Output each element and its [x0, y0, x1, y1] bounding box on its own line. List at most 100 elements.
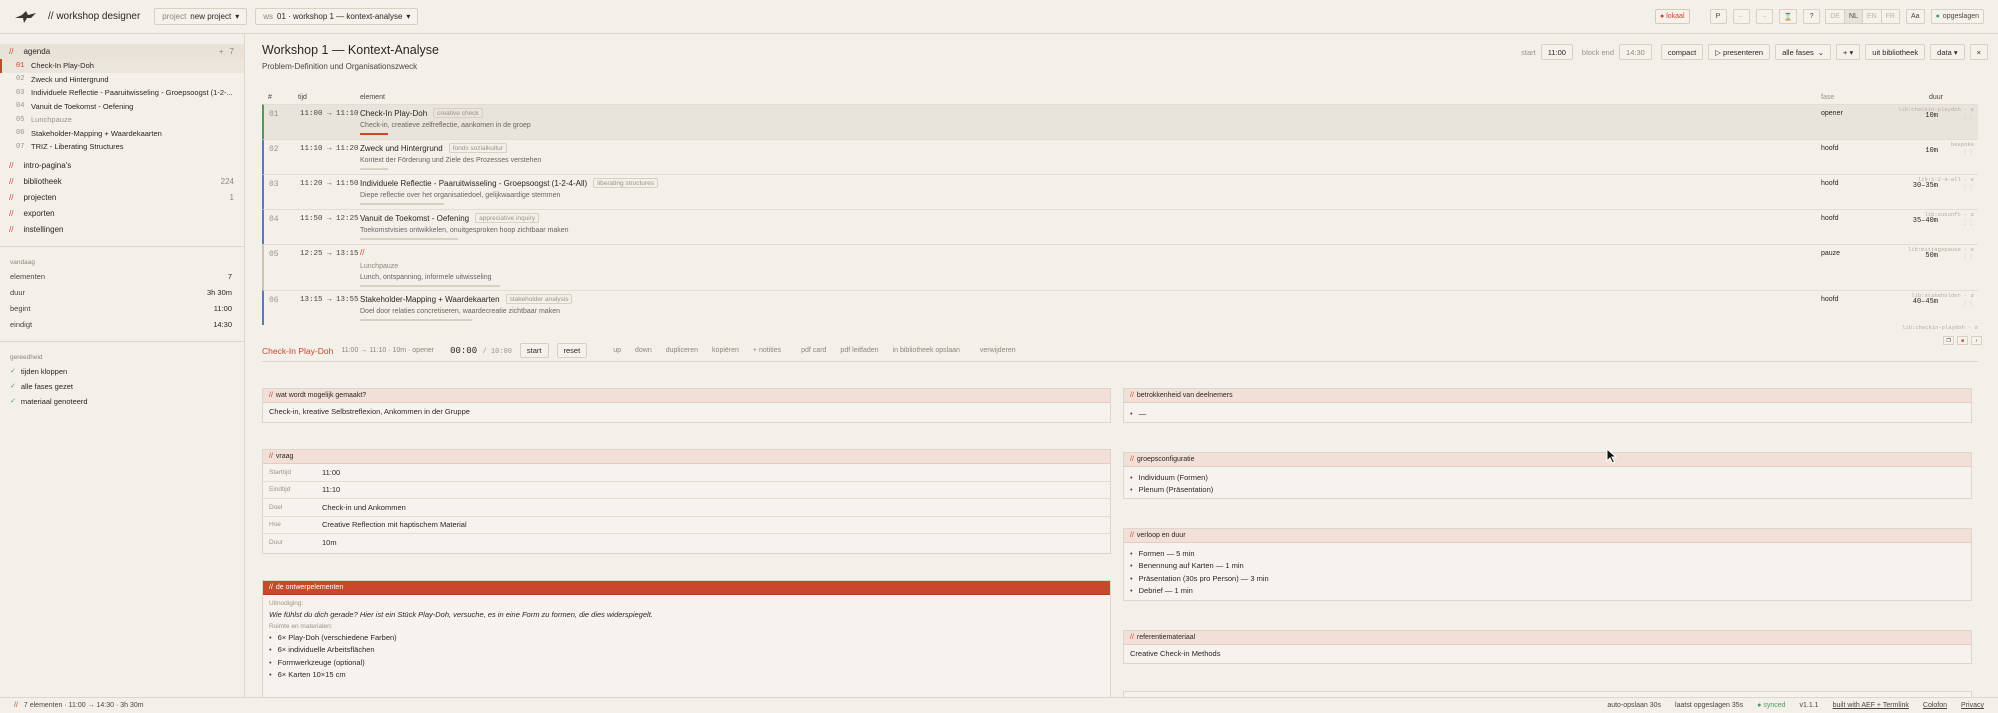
- card-participant-engagement: //betrokkenheid van deelnemers —: [1123, 388, 1972, 423]
- drag-handle-icon: ⋮⋮: [1962, 185, 1974, 191]
- sidebar-section-agenda[interactable]: //agenda +7: [0, 44, 244, 59]
- library-reference: lib:checkin-playdoh · ⇵: [1902, 324, 1978, 331]
- card-design-elements: //de ontwerpelementen Uitnodiging: Wie f…: [262, 580, 1111, 697]
- lang-fr[interactable]: FR: [1880, 9, 1900, 24]
- stat-duration: duur 3h 30m: [10, 288, 232, 297]
- field-row[interactable]: Hoe Creative Reflection mit haptischem Ma…: [263, 517, 1110, 534]
- detail-title: Check-In Play-Doh: [262, 345, 334, 356]
- sidebar-agenda-item[interactable]: 07 TRIZ - Liberating Structures: [0, 140, 244, 154]
- close-button[interactable]: ×: [1969, 44, 1988, 60]
- field-row[interactable]: Eindtijd 11:10: [263, 482, 1110, 499]
- sidebar: //agenda +7 01 Check-In Play-Doh 02 Zweck u…: [0, 34, 245, 697]
- sidebar-agenda-item[interactable]: 05 Lunchpauze: [0, 113, 244, 127]
- check-icon: ✓: [10, 368, 16, 375]
- readiness-check: ✓ materiaal genoteerd: [10, 396, 88, 406]
- detail-meta: 11:00 → 11:10 · 10m · opener: [341, 347, 435, 354]
- help-button[interactable]: ?: [1803, 9, 1821, 24]
- readiness-check: ✓ tijden kloppen: [10, 366, 68, 376]
- delete-link[interactable]: verwijderen: [980, 347, 1016, 354]
- sidebar-section-projects[interactable]: //projecten 1: [0, 190, 244, 206]
- add-button[interactable]: + ▾: [1836, 44, 1861, 60]
- table-row[interactable]: 06 13:15 → 13:55 Stakeholder-Mapping + Wa…: [262, 290, 1978, 325]
- sidebar-agenda-item[interactable]: 01 Check-In Play-Doh: [0, 59, 244, 73]
- colofon-link[interactable]: Colofon: [1923, 702, 1947, 709]
- compact-button[interactable]: compact: [1660, 44, 1704, 60]
- sidebar-agenda-item[interactable]: 02 Zweck und Hintergrund: [0, 73, 244, 87]
- version-label: v1.1.1: [1799, 702, 1819, 709]
- check-icon: ✓: [10, 383, 16, 390]
- save-to-library-link[interactable]: in bibliotheek opslaan: [893, 347, 960, 354]
- drag-handle-icon: ⋮⋮: [1962, 150, 1974, 156]
- sidebar-agenda-item[interactable]: 04 Vanuit de Toekomst - Oefening: [0, 100, 244, 114]
- app-title: // workshop designer: [48, 11, 141, 22]
- redo-button[interactable]: →: [1755, 9, 1773, 24]
- status-summary: 7 elementen · 11:00 → 14:30 · 3h 30m: [23, 702, 144, 709]
- sidebar-section-library[interactable]: //bibliotheek 224: [0, 174, 244, 190]
- lang-en[interactable]: EN: [1861, 9, 1882, 24]
- pdf-guide-link[interactable]: pdf leitfaden: [840, 347, 878, 354]
- saved-indicator[interactable]: ● opgeslagen: [1930, 9, 1984, 24]
- page-title: Workshop 1 — Kontext-Analyse: [262, 43, 439, 57]
- sidebar-agenda-item[interactable]: 06 Stakeholder-Mapping + Waardekaarten: [0, 127, 244, 141]
- undo-button[interactable]: ←: [1732, 9, 1750, 24]
- chevron-down-icon: ▾: [406, 12, 411, 21]
- today-heading: vandaag: [10, 259, 35, 266]
- field-row[interactable]: Doel Check-in und Ankommen: [263, 499, 1110, 517]
- field-row[interactable]: Starttijd 11:00: [263, 464, 1110, 482]
- chevron-down-icon: ▾: [235, 12, 240, 21]
- duplicate-link[interactable]: dupliceren: [666, 347, 698, 354]
- drag-handle-icon: ⋮⋮: [1962, 220, 1974, 226]
- sidebar-section-exports[interactable]: //exporten: [0, 206, 244, 222]
- timer-reset-button[interactable]: reset: [556, 343, 588, 358]
- chevron-down-icon: ⌄: [1817, 47, 1825, 57]
- bird-logo-icon: [15, 10, 36, 23]
- font-size-button[interactable]: Aa: [1906, 9, 1925, 24]
- page-subtitle: Problem-Definition und Organisationszwec…: [262, 62, 418, 71]
- table-row[interactable]: 03 11:20 → 11:50 Individuele Reflectie - …: [262, 174, 1978, 209]
- phase-filter-select[interactable]: alle fases ⌄: [1775, 44, 1832, 60]
- from-library-button[interactable]: uit bibliotheek: [1865, 44, 1926, 60]
- workshop-select[interactable]: ws 01 · workshop 1 — kontext-analyse ▾: [255, 8, 419, 25]
- timer-icon[interactable]: ⌛: [1778, 9, 1798, 24]
- lang-de[interactable]: DE: [1825, 9, 1845, 24]
- header-controls: start 11:00 block end 14:30 compact ▷ pr…: [1521, 44, 1988, 60]
- card-enabled: //wat wordt mogelijk gemaakt? Check-in, …: [262, 388, 1111, 423]
- table-row[interactable]: 02 11:10 → 11:20 Zweck und Hintergrund fon…: [262, 139, 1978, 174]
- status-bar: //7 elementen · 11:00 → 14:30 · 3h 30m a…: [0, 697, 1998, 713]
- lang-nl[interactable]: NL: [1843, 9, 1863, 24]
- stat-begin: begint 11:00: [10, 304, 232, 313]
- sidebar-section-settings[interactable]: //instellingen: [0, 222, 244, 238]
- language-switch: DE NL EN FR: [1825, 9, 1900, 24]
- field-row[interactable]: Duur 10m: [263, 534, 1110, 552]
- sidebar-agenda-item[interactable]: 03 Individuele Reflectie - Paaruitwisseli…: [0, 86, 244, 100]
- add-notes-link[interactable]: + notities: [753, 347, 781, 354]
- detail-toolbar: Check-In Play-Doh 11:00 → 11:10 · 10m · …: [262, 340, 1978, 362]
- check-icon: ✓: [10, 398, 16, 405]
- built-with-link[interactable]: built with AEF + Termlink: [1833, 702, 1909, 709]
- pdf-card-link[interactable]: pdf card: [801, 347, 826, 354]
- start-time-input[interactable]: 11:00: [1540, 44, 1573, 60]
- timer-readout: 00:00 / 10:00: [450, 345, 512, 356]
- table-row[interactable]: 04 11:50 → 12:25 Vanuit de Toekomst - Oef…: [262, 209, 1978, 244]
- card-reference-material: //referentiemateriaal Creative Check-in …: [1123, 630, 1972, 664]
- project-select[interactable]: project new project ▾: [154, 8, 248, 25]
- table-header: # tijd element fase duur: [268, 94, 1944, 101]
- privacy-link[interactable]: Privacy: [1961, 702, 1984, 709]
- autosave-status: auto-opslaan 30s: [1607, 702, 1662, 709]
- table-row[interactable]: 01 11:00 → 11:10 Check-In Play-Doh creativ…: [262, 104, 1978, 139]
- main-panel: Workshop 1 — Kontext-Analyse Problem-Def…: [246, 34, 1998, 697]
- sidebar-section-intro[interactable]: //intro-pagina's: [0, 158, 244, 174]
- p-button[interactable]: P: [1709, 9, 1727, 24]
- copy-link[interactable]: kopiëren: [712, 347, 739, 354]
- drag-handle-icon: ⋮⋮: [1962, 301, 1974, 307]
- agenda-table: 01 11:00 → 11:10 Check-In Play-Doh creativ…: [262, 104, 1978, 325]
- readiness-heading: gereedheid: [10, 354, 43, 361]
- move-down-link[interactable]: down: [635, 347, 652, 354]
- timer-start-button[interactable]: start: [519, 343, 549, 358]
- present-button[interactable]: ▷ presenteren: [1708, 44, 1771, 60]
- card-flow-duration: //verloop en duur Formen — 5 minBenennun…: [1123, 528, 1972, 601]
- move-up-link[interactable]: up: [613, 347, 621, 354]
- data-menu-button[interactable]: data ▾: [1930, 44, 1965, 60]
- table-row[interactable]: 05 12:25 → 13:15 // Lunchpauze Lunch, ont…: [262, 244, 1978, 290]
- block-end-input[interactable]: 14:30: [1619, 44, 1652, 60]
